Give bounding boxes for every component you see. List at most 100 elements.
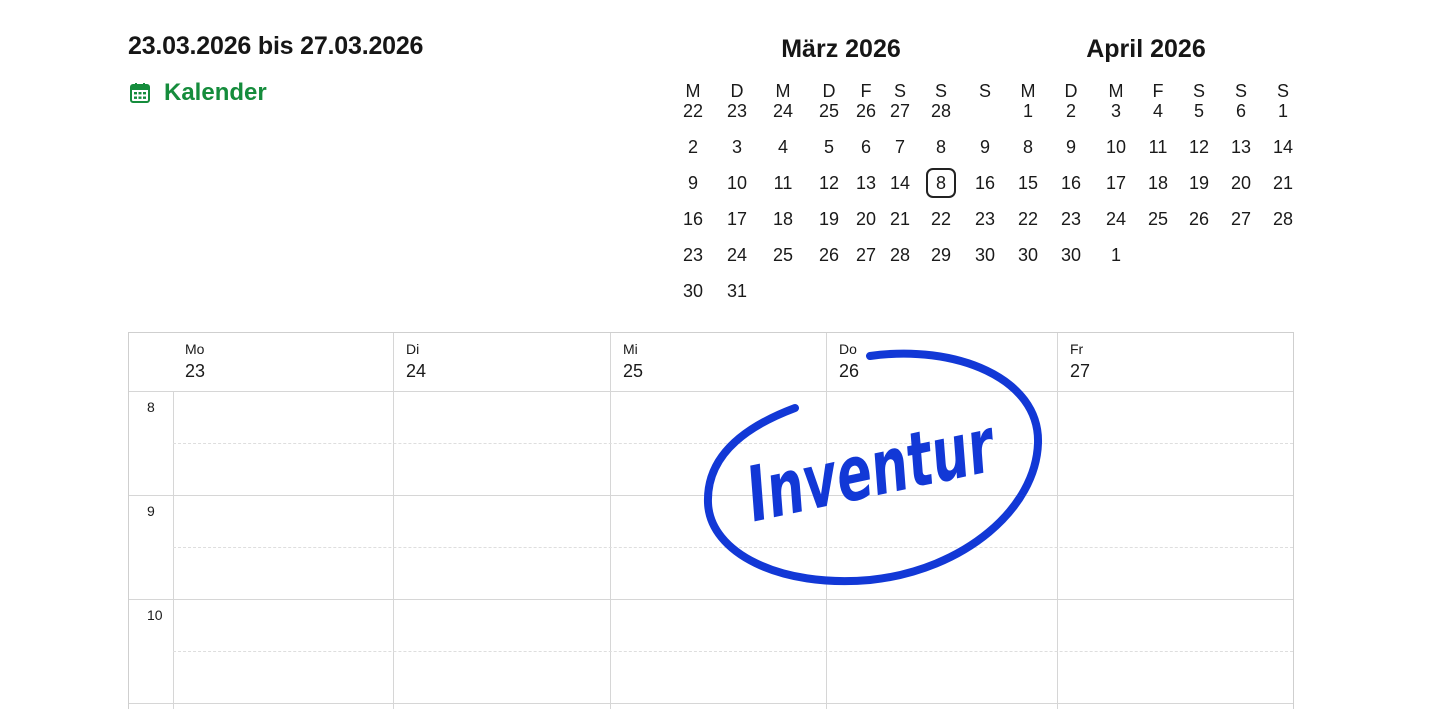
mini-calendar-day[interactable]: 22 — [675, 96, 711, 126]
mini-calendar-day[interactable]: 28 — [882, 240, 918, 270]
mini-calendar-day[interactable]: 10 — [719, 168, 755, 198]
mini-calendar-day[interactable]: 8 — [923, 132, 959, 162]
mini-calendar-day[interactable]: 13 — [848, 168, 884, 198]
time-slot[interactable] — [174, 392, 393, 495]
mini-calendar-day-today[interactable]: 8 — [926, 168, 956, 198]
day-date: 25 — [623, 361, 644, 381]
mini-calendar-day[interactable]: 16 — [675, 204, 711, 234]
time-slot[interactable] — [611, 600, 826, 703]
hour-line — [129, 703, 1293, 704]
mini-calendar-day[interactable]: 22 — [1010, 204, 1046, 234]
day-name: Mi — [623, 341, 638, 357]
mini-calendar-day[interactable]: 19 — [1181, 168, 1217, 198]
mini-calendar-day[interactable]: 16 — [967, 168, 1003, 198]
mini-calendar-day[interactable]: 8 — [1010, 132, 1046, 162]
mini-calendar-day[interactable]: 21 — [882, 204, 918, 234]
mini-calendar-day[interactable]: 25 — [1140, 204, 1176, 234]
time-slot[interactable] — [174, 496, 393, 599]
mini-calendar-day[interactable]: 13 — [1223, 132, 1259, 162]
mini-calendar-day[interactable]: 21 — [1265, 168, 1301, 198]
mini-calendar-day[interactable]: 20 — [1223, 168, 1259, 198]
day-header-fr[interactable]: Fr 27 — [1070, 341, 1090, 382]
mini-calendar-day[interactable]: 25 — [765, 240, 801, 270]
mini-calendar-day[interactable]: 25 — [811, 96, 847, 126]
mini-calendar-day[interactable]: 2 — [675, 132, 711, 162]
mini-calendar-title: April 2026 — [1086, 35, 1206, 63]
mini-calendar-day[interactable]: 4 — [765, 132, 801, 162]
mini-calendar-day[interactable]: 27 — [882, 96, 918, 126]
mini-calendar-day[interactable]: 5 — [811, 132, 847, 162]
mini-calendar-day[interactable]: 11 — [765, 168, 801, 198]
mini-calendar-day[interactable]: 23 — [675, 240, 711, 270]
mini-calendar-day[interactable]: 28 — [923, 96, 959, 126]
mini-calendar-day[interactable]: 24 — [1098, 204, 1134, 234]
mini-calendar-day[interactable]: 28 — [1265, 204, 1301, 234]
calendar-icon — [128, 81, 152, 105]
mini-calendar-day[interactable]: 11 — [1140, 132, 1176, 162]
mini-calendar-day[interactable]: 20 — [848, 204, 884, 234]
mini-calendar-day[interactable]: 14 — [1265, 132, 1301, 162]
day-name: Fr — [1070, 341, 1084, 357]
mini-calendar-day[interactable]: 10 — [1098, 132, 1134, 162]
mini-calendar-day[interactable]: 26 — [811, 240, 847, 270]
mini-calendar-day[interactable]: 9 — [675, 168, 711, 198]
mini-calendar-day[interactable]: 27 — [848, 240, 884, 270]
mini-calendar-day[interactable]: 17 — [719, 204, 755, 234]
mini-calendar-day[interactable]: 12 — [1181, 132, 1217, 162]
mini-calendar-day[interactable]: 23 — [1053, 204, 1089, 234]
time-slot[interactable] — [394, 392, 610, 495]
mini-calendar-day[interactable]: 5 — [1181, 96, 1217, 126]
mini-calendar-day[interactable]: 2 — [1053, 96, 1089, 126]
mini-calendar-day[interactable]: 30 — [675, 276, 711, 306]
mini-calendar-title: März 2026 — [781, 35, 901, 63]
mini-calendar-day[interactable]: 30 — [967, 240, 1003, 270]
mini-calendar-day[interactable]: 6 — [848, 132, 884, 162]
mini-calendar-day[interactable]: 15 — [1010, 168, 1046, 198]
mini-calendar-day[interactable]: 24 — [765, 96, 801, 126]
time-slot[interactable] — [1058, 600, 1295, 703]
time-slot[interactable] — [1058, 496, 1295, 599]
inventur-stamp: Inventur — [703, 349, 1043, 586]
mini-calendar-day[interactable]: 3 — [719, 132, 755, 162]
mini-calendar-day[interactable]: 1 — [1265, 96, 1301, 126]
mini-calendar-day[interactable]: 16 — [1053, 168, 1089, 198]
day-name: Mo — [185, 341, 205, 357]
day-header-di[interactable]: Di 24 — [406, 341, 426, 382]
mini-calendar-day[interactable]: 19 — [811, 204, 847, 234]
mini-calendar-day[interactable]: 14 — [882, 168, 918, 198]
mini-calendar-day[interactable]: 1 — [1098, 240, 1134, 270]
mini-calendar-day[interactable]: 3 — [1098, 96, 1134, 126]
mini-calendar-day[interactable]: 22 — [923, 204, 959, 234]
day-header-mi[interactable]: Mi 25 — [623, 341, 643, 382]
mini-calendar-day[interactable]: 17 — [1098, 168, 1134, 198]
mini-calendar-day[interactable]: 27 — [1223, 204, 1259, 234]
mini-calendar-day[interactable]: 12 — [811, 168, 847, 198]
time-slot[interactable] — [174, 600, 393, 703]
mini-calendar-day[interactable]: 6 — [1223, 96, 1259, 126]
mini-calendar-day[interactable]: 23 — [719, 96, 755, 126]
mini-calendar-day[interactable]: 1 — [1010, 96, 1046, 126]
mini-calendar-day[interactable]: 30 — [1053, 240, 1089, 270]
day-header-mo[interactable]: Mo 23 — [185, 341, 205, 382]
mini-calendar-day[interactable]: 31 — [719, 276, 755, 306]
time-slot[interactable] — [394, 600, 610, 703]
mini-calendar-day[interactable]: 24 — [719, 240, 755, 270]
mini-calendar-day[interactable]: 9 — [967, 132, 1003, 162]
mini-calendar-day[interactable]: 23 — [967, 204, 1003, 234]
mini-calendar-day[interactable]: 9 — [1053, 132, 1089, 162]
day-name: Di — [406, 341, 420, 357]
time-slot[interactable] — [1058, 392, 1295, 495]
mini-calendar-day[interactable]: 29 — [923, 240, 959, 270]
calendar-link[interactable]: Kalender — [128, 76, 267, 110]
mini-calendar-day[interactable]: 18 — [1140, 168, 1176, 198]
mini-calendar-day[interactable]: 30 — [1010, 240, 1046, 270]
hour-label: 10 — [147, 607, 163, 623]
mini-calendar-day[interactable]: 26 — [848, 96, 884, 126]
time-slot[interactable] — [394, 496, 610, 599]
mini-calendar-day[interactable]: 18 — [765, 204, 801, 234]
mini-calendar-day[interactable]: 26 — [1181, 204, 1217, 234]
mini-calendar-day[interactable]: 7 — [882, 132, 918, 162]
mini-calendar-day[interactable]: 4 — [1140, 96, 1176, 126]
time-slot[interactable] — [827, 600, 1057, 703]
hour-label: 9 — [147, 503, 155, 519]
